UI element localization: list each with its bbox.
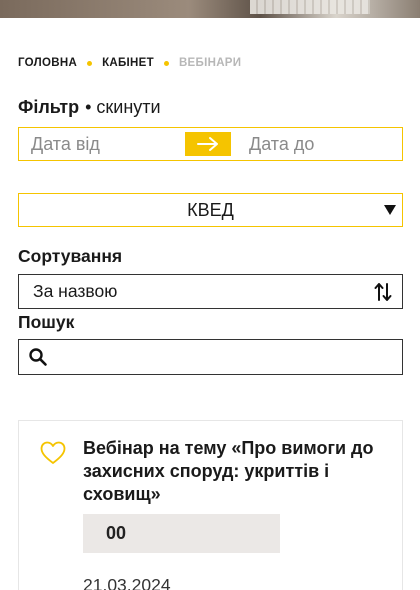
filter-separator: •: [85, 97, 92, 117]
breadcrumb-current: ВЕБІНАРИ: [178, 57, 242, 69]
webinar-card[interactable]: Вебінар на тему «Про вимоги до захисних …: [18, 420, 403, 590]
breadcrumb-dot: [163, 60, 169, 66]
search-field: [18, 339, 403, 375]
sort-label: Сортування: [18, 246, 123, 266]
filter-reset-link[interactable]: скинути: [96, 97, 160, 118]
filter-title: Фільтр: [18, 97, 80, 117]
date-range-picker: [18, 127, 403, 161]
filter-header: Фільтр • скинути: [18, 97, 161, 118]
breadcrumb-home-link[interactable]: ГОЛОВНА: [18, 57, 77, 69]
search-input[interactable]: [56, 342, 402, 372]
sort-arrows-icon: [374, 283, 392, 301]
kved-label: КВЕД: [187, 199, 234, 220]
breadcrumb: ГОЛОВНА КАБІНЕТ ВЕБІНАРИ: [18, 57, 241, 69]
caret-down-icon: [384, 205, 396, 215]
date-to-input[interactable]: [237, 129, 397, 159]
kved-dropdown[interactable]: КВЕД: [18, 193, 403, 227]
webinar-counter: 00: [83, 514, 280, 553]
date-from-input[interactable]: [19, 129, 179, 159]
hero-laptop-graphic: [250, 0, 370, 14]
arrow-right-icon-svg: [197, 137, 218, 151]
arrow-right-icon: [185, 132, 231, 156]
hero-banner-image: [0, 0, 420, 18]
webinar-title[interactable]: Вебінар на тему «Про вимоги до захисних …: [83, 437, 383, 506]
search-icon[interactable]: [28, 347, 48, 367]
sort-select[interactable]: За назвою: [18, 274, 403, 309]
breadcrumb-cabinet-link[interactable]: КАБІНЕТ: [102, 57, 154, 69]
search-label: Пошук: [18, 312, 75, 332]
webinar-date: 21.03.2024: [83, 575, 171, 590]
sort-selected-value: За назвою: [33, 281, 118, 301]
heart-outline-icon[interactable]: [40, 441, 66, 465]
breadcrumb-dot: [87, 60, 93, 66]
webinar-counter-value: 00: [106, 523, 127, 543]
